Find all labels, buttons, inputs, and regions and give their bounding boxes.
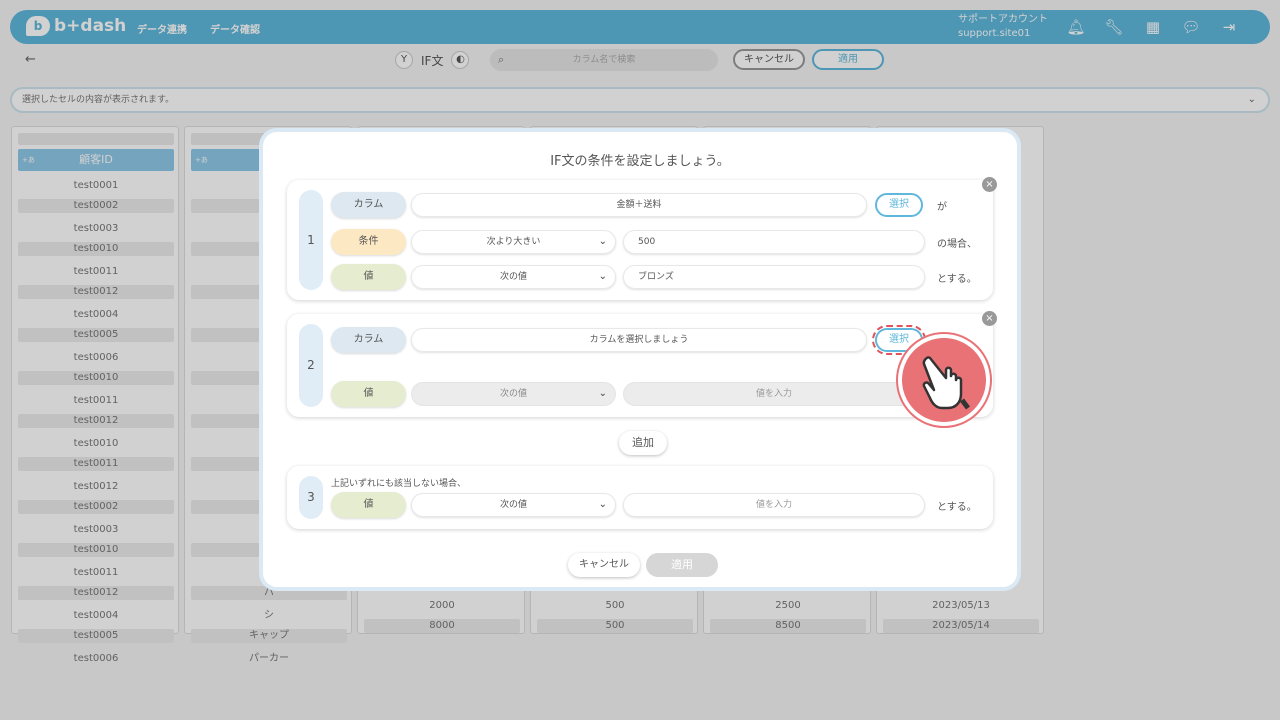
value-type-select-value: 次の値 [499, 272, 527, 282]
condition-label: 条件 [331, 229, 406, 255]
value-type-select-value: 次の値 [499, 389, 527, 399]
else-card: 3 上記いずれにも該当しない場合、 値 次の値 ⌄ 値を入力 とする。 [287, 466, 993, 529]
value-type-select[interactable]: 次の値 ⌄ [411, 493, 616, 517]
close-icon[interactable]: × [982, 177, 997, 192]
value-input[interactable]: 値を入力 [623, 493, 925, 517]
value-type-select[interactable]: 次の値 ⌄ [411, 265, 616, 289]
modal-cancel-button[interactable]: キャンセル [568, 553, 640, 577]
condition-input[interactable]: 500 [623, 230, 925, 254]
column-label: カラム [331, 327, 406, 353]
value-label: 値 [331, 492, 406, 518]
suffix-suru: とする。 [937, 274, 977, 285]
add-condition-button[interactable]: 追加 [619, 431, 667, 455]
chevron-down-icon: ⌄ [598, 388, 607, 399]
chevron-down-icon: ⌄ [598, 499, 607, 510]
condition-select-value: 次より大きい [486, 237, 541, 247]
modal-title: IF文の条件を設定しましょう。 [550, 154, 730, 169]
condition-number: 1 [299, 190, 323, 290]
suffix-case: の場合、 [937, 239, 977, 250]
condition-select[interactable]: 次より大きい ⌄ [411, 230, 616, 254]
condition-card-1: 1 カラム 金額＋送料 選択 が 条件 次より大きい ⌄ 500 の場合、 値 … [287, 180, 993, 300]
value-input[interactable]: ブロンズ [623, 265, 925, 289]
column-label: カラム [331, 192, 406, 218]
suffix-suru: とする。 [937, 502, 977, 513]
condition-card-2: 2 カラム カラムを選択しましょう 選択 値 次の値 ⌄ 値を入力 [287, 314, 993, 417]
select-column-button[interactable]: 選択 [875, 193, 923, 217]
value-label: 値 [331, 264, 406, 290]
condition-number: 2 [299, 324, 323, 407]
modal-apply-button[interactable]: 適用 [646, 553, 718, 577]
column-field: カラムを選択しましょう [411, 328, 867, 352]
value-label: 値 [331, 381, 406, 407]
column-field: 金額＋送料 [411, 193, 867, 217]
condition-number: 3 [299, 476, 323, 519]
pointing-hand-icon [898, 334, 990, 426]
value-input[interactable]: 値を入力 [623, 382, 925, 406]
suffix-ga: が [937, 202, 947, 213]
close-icon[interactable]: × [982, 311, 997, 326]
chevron-down-icon: ⌄ [598, 271, 607, 282]
else-text: 上記いずれにも該当しない場合、 [331, 479, 467, 489]
value-type-select-value: 次の値 [499, 500, 527, 510]
value-type-select[interactable]: 次の値 ⌄ [411, 382, 616, 406]
chevron-down-icon: ⌄ [598, 236, 607, 247]
